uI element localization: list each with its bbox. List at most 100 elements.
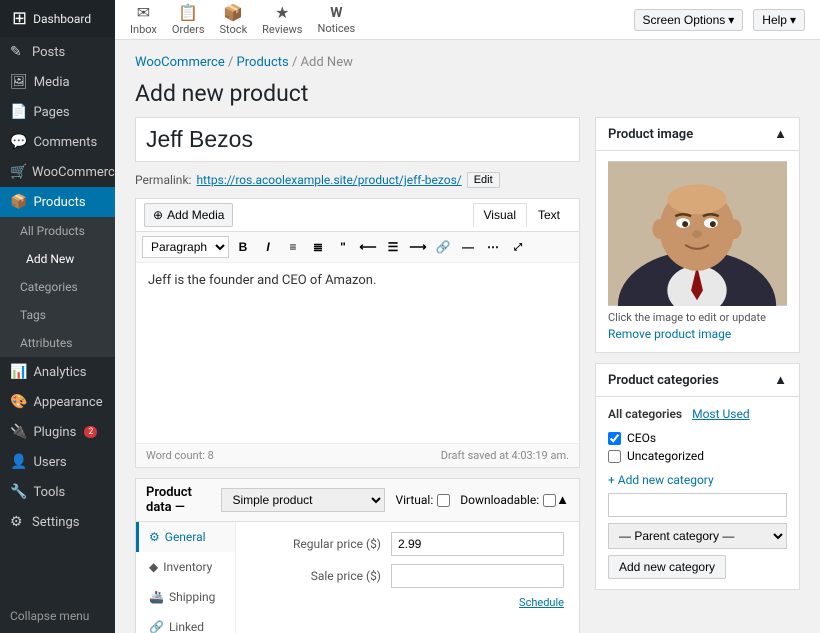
screen-options-label: Screen Options [643,13,726,27]
sidebar-item-attributes[interactable]: Attributes [0,329,115,357]
paragraph-select[interactable]: Paragraph [142,236,229,258]
sidebar-item-add-new[interactable]: Add New [0,245,115,273]
tab-visual[interactable]: Visual [473,203,527,227]
categories-label: Categories [20,280,78,294]
sidebar-item-tools[interactable]: 🔧 Tools [0,477,115,507]
pd-tab-linked[interactable]: 🔗 Linked [136,612,235,633]
sidebar-item-categories[interactable]: Categories [0,273,115,301]
pd-tab-shipping[interactable]: 🚢 Shipping [136,582,235,612]
reviews-icon: ★ [275,3,289,22]
topbar-icons: ✉ Inbox 📋 Orders 📦 Stock ★ Reviews W Not… [130,3,355,36]
sidebar-item-products[interactable]: 📦 Products [0,187,115,217]
italic-button[interactable]: I [257,236,279,258]
sidebar-item-comments[interactable]: 💬 Comments [0,127,115,157]
sidebar-item-tags[interactable]: Tags [0,301,115,329]
align-left-button[interactable]: ⟵ [357,236,379,258]
sidebar-item-pages[interactable]: 📄 Pages [0,97,115,127]
help-button[interactable]: Help ▾ [753,9,805,31]
ordered-list-button[interactable]: ≣ [307,236,329,258]
breadcrumb-woocommerce[interactable]: WooCommerce [135,55,225,70]
topbar-inbox[interactable]: ✉ Inbox [130,3,157,36]
horizontal-rule-button[interactable]: — [457,236,479,258]
fullscreen-button[interactable]: ⤢ [507,236,529,258]
virtual-checkbox[interactable] [437,494,450,507]
topbar-stock[interactable]: 📦 Stock [220,3,248,36]
breadcrumb-products[interactable]: Products [237,55,289,70]
tab-all-categories[interactable]: All categories [608,407,682,421]
product-categories-collapse-icon[interactable]: ▲ [774,372,787,388]
regular-price-label: Regular price ($) [251,537,381,551]
add-media-button[interactable]: ⊕ Add Media [144,203,233,227]
align-right-button[interactable]: ⟶ [407,236,429,258]
sidebar-item-media[interactable]: 🖼 Media [0,67,115,97]
add-new-category-link[interactable]: + Add new category [608,473,787,487]
virtual-check-label: Virtual: [395,493,450,507]
product-categories-header: Product categories ▲ [596,364,799,397]
permalink-edit-label: Edit [474,174,493,186]
linked-tab-label: Linked [169,620,204,633]
sidebar-item-analytics[interactable]: 📊 Analytics [0,357,115,387]
category-search-input[interactable] [608,493,787,517]
sidebar-label-products: Products [33,195,85,210]
sidebar-item-settings[interactable]: ⚙ Settings [0,507,115,537]
blockquote-button[interactable]: " [332,236,354,258]
pd-tab-inventory[interactable]: ◆ Inventory [136,552,235,582]
product-data-header-left: Product data — Simple product Variable p… [146,485,556,515]
link-button[interactable]: 🔗 [432,236,454,258]
permalink-edit-button[interactable]: Edit [467,172,500,188]
media-icon: 🖼 [10,74,28,90]
sidebar-label-media: Media [34,75,70,90]
topbar-reviews[interactable]: ★ Reviews [262,3,302,36]
parent-category-select[interactable]: — Parent category — [608,523,787,549]
sidebar-item-posts[interactable]: ✎ Posts [0,37,115,67]
page-title: Add new product [135,80,800,107]
product-data-collapse-icon[interactable]: ▲ [556,492,569,508]
category-checkbox-ceos[interactable] [608,432,621,445]
editor-topbar: ⊕ Add Media Visual Text [136,199,579,232]
notices-icon: W [330,5,342,21]
sidebar-logo[interactable]: ⊞ Dashboard [0,0,115,37]
sidebar-item-all-products[interactable]: All Products [0,217,115,245]
category-checkbox-uncategorized[interactable] [608,450,621,463]
unordered-list-button[interactable]: ≡ [282,236,304,258]
editor-toolbar: Paragraph B I ≡ ≣ " ⟵ ☰ ⟶ 🔗 — ⋯ ⤢ [136,232,579,263]
general-tab-icon: ⚙ [149,530,160,544]
downloadable-checkbox[interactable] [543,494,556,507]
sidebar-item-plugins[interactable]: 🔌 Plugins 2 [0,417,115,447]
editor-content: Jeff is the founder and CEO of Amazon. [148,273,376,288]
permalink-url[interactable]: https://ros.acoolexample.site/product/je… [196,173,461,187]
permalink-prefix: Permalink: [135,173,191,187]
product-image[interactable] [608,161,787,306]
tags-label: Tags [20,308,46,322]
shipping-tab-icon: 🚢 [149,590,164,604]
screen-options-button[interactable]: Screen Options ▾ [634,9,744,31]
word-count: Word count: 8 [146,449,214,462]
bold-button[interactable]: B [232,236,254,258]
add-media-label: Add Media [167,208,224,222]
editor-body[interactable]: Jeff is the founder and CEO of Amazon. [136,263,579,443]
schedule-link[interactable]: Schedule [391,596,564,609]
sidebar-item-appearance[interactable]: 🎨 Appearance [0,387,115,417]
collapse-menu[interactable]: Collapse menu [0,599,115,633]
categories-tabs: All categories Most Used [608,407,787,421]
pd-tab-general[interactable]: ⚙ General [136,522,235,552]
topbar-orders[interactable]: 📋 Orders [172,3,205,36]
tab-text[interactable]: Text [527,203,571,227]
remove-product-image-link[interactable]: Remove product image [608,327,731,341]
product-title-input[interactable] [135,117,580,162]
product-image-collapse-icon[interactable]: ▲ [774,126,787,142]
sidebar-item-users[interactable]: 👤 Users [0,447,115,477]
regular-price-input[interactable] [391,532,564,556]
sale-price-label: Sale price ($) [251,569,381,583]
topbar-notices-label: Notices [317,22,355,35]
add-category-button[interactable]: Add new category [608,555,726,579]
sidebar-item-woocommerce[interactable]: 🛒 WooCommerce [0,157,115,187]
tab-most-used[interactable]: Most Used [692,407,750,421]
product-data-header: Product data — Simple product Variable p… [136,479,579,522]
topbar-notices[interactable]: W Notices [317,5,355,35]
sale-price-input[interactable] [391,564,564,588]
align-center-button[interactable]: ☰ [382,236,404,258]
virtual-label: Virtual: [395,493,433,507]
product-type-select[interactable]: Simple product Variable product Grouped … [221,488,385,512]
more-button[interactable]: ⋯ [482,236,504,258]
